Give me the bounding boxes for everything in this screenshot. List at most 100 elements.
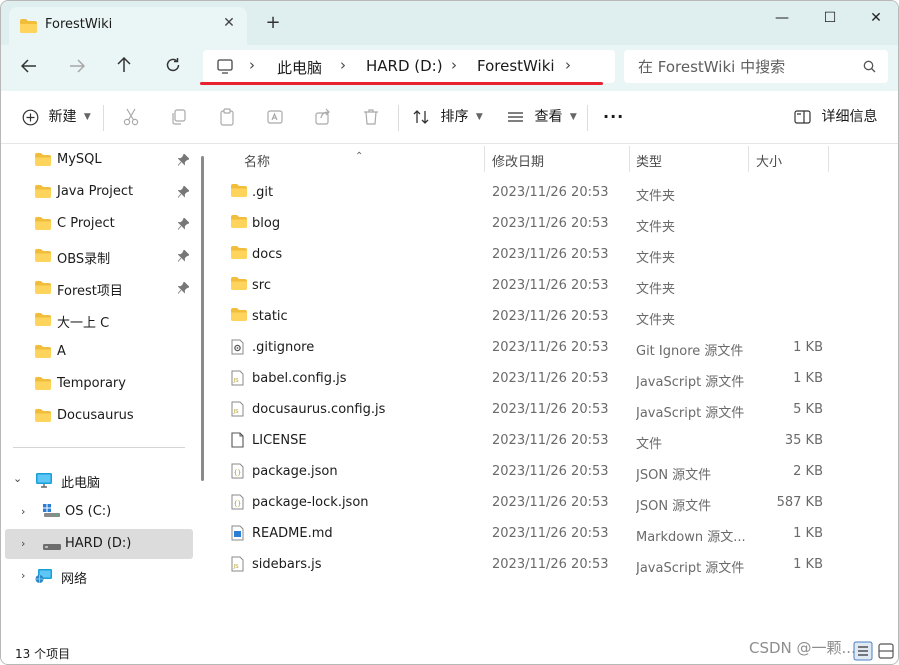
sidebar-item-a[interactable]: A (5, 337, 193, 367)
column-header-name[interactable]: 名称 (244, 151, 270, 170)
sidebar-item-label: Java Project (57, 184, 134, 199)
file-date: 2023/11/26 20:53 (492, 495, 609, 510)
more-options-button[interactable]: ··· (603, 105, 624, 129)
sidebar-item-forest-project[interactable]: Forest项目 (5, 273, 193, 303)
title-bar: ForestWiki ✕ + — ☐ ✕ (1, 1, 898, 45)
file-size: 1 KB (793, 526, 823, 541)
file-row[interactable]: src 2023/11/26 20:53 文件夹 (219, 270, 839, 301)
sidebar-scrollbar[interactable] (201, 156, 204, 481)
file-type: 文件夹 (636, 313, 676, 328)
sort-label: 排序 (440, 109, 469, 125)
file-row[interactable]: LICENSE 2023/11/26 20:53 文件 35 KB (219, 425, 839, 456)
delete-icon[interactable] (361, 107, 381, 127)
new-button[interactable]: 新建 ▼ (22, 105, 91, 129)
search-input[interactable] (636, 56, 850, 78)
sort-button[interactable]: 排序 ▼ (413, 105, 483, 129)
file-row[interactable]: blog 2023/11/26 20:53 文件夹 (219, 208, 839, 239)
file-name: docs (252, 247, 283, 262)
column-divider[interactable] (629, 146, 630, 172)
file-name: blog (252, 216, 281, 231)
file-date: 2023/11/26 20:53 (492, 402, 609, 417)
file-row[interactable]: .git 2023/11/26 20:53 文件夹 (219, 177, 839, 208)
file-row[interactable]: .gitignore 2023/11/26 20:53 Git Ignore 源… (219, 332, 839, 363)
maximize-button[interactable]: ☐ (807, 7, 853, 29)
address-bar[interactable]: › 此电脑 › HARD (D:) › ForestWiki › (203, 50, 615, 83)
breadcrumb-chevron-icon[interactable]: › (565, 56, 571, 74)
file-name: sidebars.js (252, 557, 322, 572)
computer-icon (217, 59, 233, 78)
sidebar-item-mysql[interactable]: MySQL (5, 145, 193, 175)
rename-icon[interactable] (265, 107, 285, 127)
column-header-date[interactable]: 修改日期 (492, 151, 544, 170)
sidebar-item-java-project[interactable]: Java Project (5, 177, 193, 207)
pin-icon[interactable] (177, 217, 190, 234)
folder-icon (35, 217, 51, 234)
pin-icon[interactable] (177, 281, 190, 298)
paste-icon[interactable] (217, 107, 237, 127)
file-type: JavaScript 源文件 (636, 375, 745, 390)
view-button[interactable]: 查看 ▼ (507, 105, 577, 129)
chevron-right-icon[interactable]: › (21, 537, 25, 550)
file-row[interactable]: {} package-lock.json 2023/11/26 20:53 JS… (219, 487, 839, 518)
command-bar: 新建 ▼ 排序 ▼ 查看 ▼ ··· 详细信息 (1, 91, 898, 144)
sidebar-item-network[interactable]: › 网络 (5, 561, 193, 591)
sidebar-item-label: OS (C:) (65, 504, 112, 519)
sidebar-item-os-c[interactable]: › OS (C:) (5, 497, 193, 527)
sidebar-item-hard-d[interactable]: › HARD (D:) (5, 529, 193, 559)
column-header-type[interactable]: 类型 (636, 151, 662, 170)
forward-button[interactable] (62, 53, 92, 83)
file-row[interactable]: JS docusaurus.config.js 2023/11/26 20:53… (219, 394, 839, 425)
sidebar-item-freshman-c[interactable]: 大一上 C (5, 305, 193, 335)
breadcrumb-chevron-icon[interactable]: › (340, 56, 346, 74)
folder-icon (231, 215, 247, 232)
file-date: 2023/11/26 20:53 (492, 557, 609, 572)
close-window-button[interactable]: ✕ (853, 7, 898, 29)
tab-forestwiki[interactable]: ForestWiki ✕ (9, 7, 247, 45)
file-type: 文件夹 (636, 251, 676, 266)
breadcrumb-hard-d[interactable]: HARD (D:) (366, 57, 443, 75)
cut-icon[interactable] (121, 107, 141, 127)
minimize-button[interactable]: — (759, 7, 805, 29)
search-icon[interactable] (863, 60, 876, 77)
column-divider[interactable] (484, 146, 485, 172)
file-row[interactable]: README.md 2023/11/26 20:53 Markdown 源文..… (219, 518, 839, 549)
search-box[interactable] (624, 50, 888, 83)
column-divider[interactable] (748, 146, 749, 172)
sidebar-item-this-pc[interactable]: ⌄ 此电脑 (5, 465, 193, 495)
sidebar-item-docusaurus[interactable]: Docusaurus (5, 401, 193, 431)
refresh-button[interactable] (158, 53, 188, 83)
folder-icon (35, 409, 51, 426)
up-button[interactable] (109, 53, 139, 83)
column-header-size[interactable]: 大小 (756, 151, 782, 170)
breadcrumb-chevron-icon[interactable]: › (249, 56, 255, 74)
breadcrumb-this-pc[interactable]: 此电脑 (277, 57, 322, 78)
back-button[interactable] (14, 53, 44, 83)
file-row[interactable]: {} package.json 2023/11/26 20:53 JSON 源文… (219, 456, 839, 487)
pin-icon[interactable] (177, 185, 190, 202)
sidebar-item-temporary[interactable]: Temporary (5, 369, 193, 399)
file-row[interactable]: static 2023/11/26 20:53 文件夹 (219, 301, 839, 332)
sidebar-item-label: Forest项目 (57, 284, 123, 299)
new-tab-button[interactable]: + (263, 13, 283, 33)
breadcrumb-chevron-icon[interactable]: › (451, 56, 457, 74)
column-divider[interactable] (828, 146, 829, 172)
tab-close-button[interactable]: ✕ (221, 15, 237, 31)
details-pane-button[interactable]: 详细信息 (794, 105, 877, 129)
chevron-right-icon[interactable]: › (21, 569, 25, 582)
pin-icon[interactable] (177, 249, 190, 266)
file-row[interactable]: JS sidebars.js 2023/11/26 20:53 JavaScri… (219, 549, 839, 580)
chevron-down-icon[interactable]: ⌄ (13, 472, 22, 485)
share-icon[interactable] (313, 107, 333, 127)
tab-title: ForestWiki (45, 17, 113, 32)
file-row[interactable]: JS babel.config.js 2023/11/26 20:53 Java… (219, 363, 839, 394)
file-row[interactable]: docs 2023/11/26 20:53 文件夹 (219, 239, 839, 270)
copy-icon[interactable] (169, 107, 189, 127)
details-view-icon[interactable] (853, 641, 873, 661)
sidebar-item-obs[interactable]: OBS录制 (5, 241, 193, 271)
file-type: JSON 源文件 (636, 468, 712, 483)
pin-icon[interactable] (177, 153, 190, 170)
tiles-view-icon[interactable] (876, 641, 896, 661)
chevron-right-icon[interactable]: › (21, 505, 25, 518)
sidebar-item-c-project[interactable]: C Project (5, 209, 193, 239)
breadcrumb-forestwiki[interactable]: ForestWiki (477, 57, 555, 75)
